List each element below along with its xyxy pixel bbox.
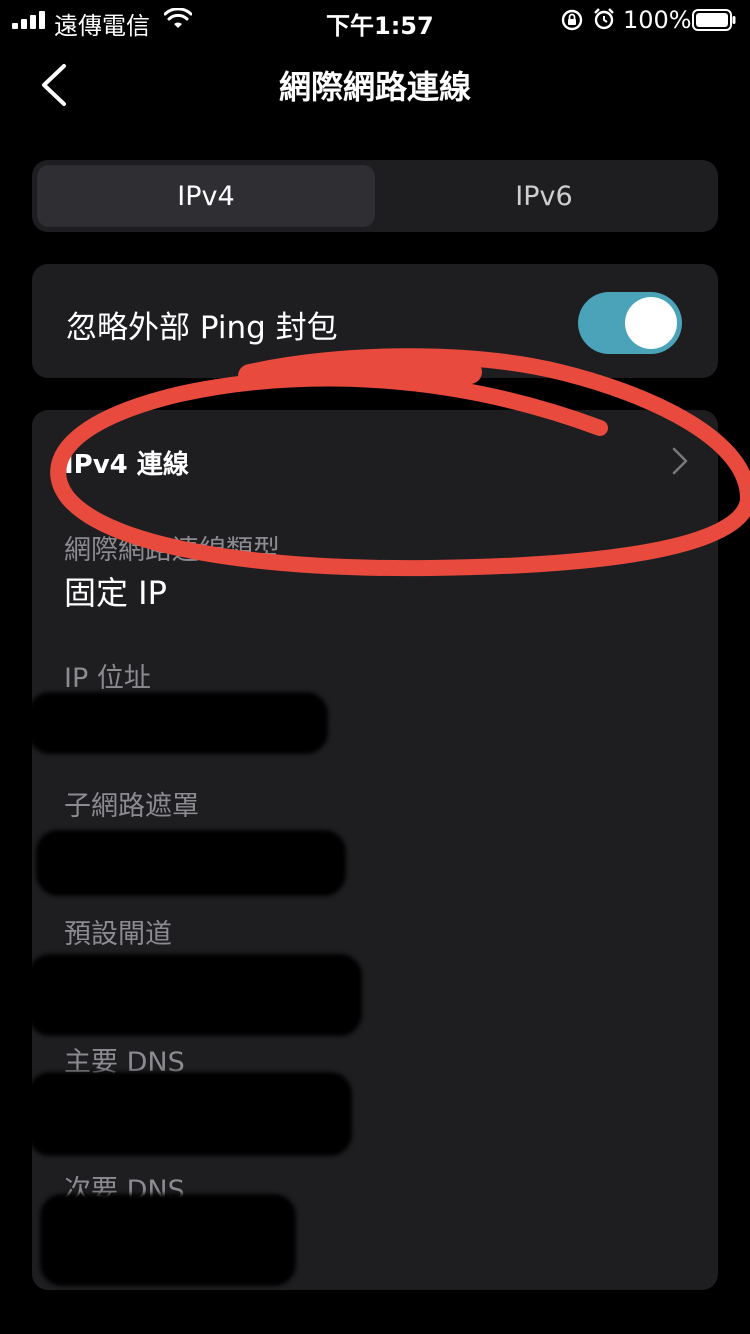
redaction-mark — [32, 692, 328, 754]
ignore-ping-toggle[interactable] — [578, 292, 682, 354]
ipv4-connection-card: IPv4 連線 網際網路連線類型 固定 IP IP 位址 子網路遮罩 預設閘道 … — [32, 410, 718, 1290]
status-bar: 遠傳電信 下午1:57 100% — [0, 0, 750, 40]
page-title: 網際網路連線 — [278, 68, 471, 106]
wifi-icon — [164, 8, 192, 28]
ipv4-connection-row-title[interactable]: IPv4 連線 — [64, 444, 189, 481]
ip-version-segmented-control: IPv4 IPv6 — [32, 160, 718, 232]
redaction-mark — [36, 830, 346, 896]
ignore-ping-card: 忽略外部 Ping 封包 — [32, 264, 718, 378]
battery-icon — [692, 9, 736, 31]
status-time: 下午1:57 — [326, 12, 434, 40]
redaction-mark — [32, 1072, 352, 1156]
rotation-lock-icon — [561, 9, 583, 31]
ip-address-label: IP 位址 — [64, 663, 151, 694]
tab-ipv4[interactable]: IPv4 — [37, 165, 375, 227]
subnet-mask-label: 子網路遮罩 — [64, 791, 199, 822]
default-gateway-label: 預設閘道 — [64, 919, 172, 950]
redaction-mark — [32, 954, 362, 1036]
cellular-signal-icon — [12, 11, 48, 29]
connection-type-value: 固定 IP — [64, 574, 167, 612]
redaction-mark — [40, 1194, 296, 1286]
carrier-name: 遠傳電信 — [54, 12, 150, 40]
tab-ipv6[interactable]: IPv6 — [375, 165, 713, 227]
ignore-ping-label: 忽略外部 Ping 封包 — [66, 310, 338, 346]
battery-percentage: 100% — [623, 6, 692, 34]
alarm-icon — [594, 8, 614, 30]
chevron-right-icon[interactable] — [670, 446, 690, 476]
toggle-knob — [625, 297, 677, 349]
connection-type-label: 網際網路連線類型 — [64, 535, 280, 566]
